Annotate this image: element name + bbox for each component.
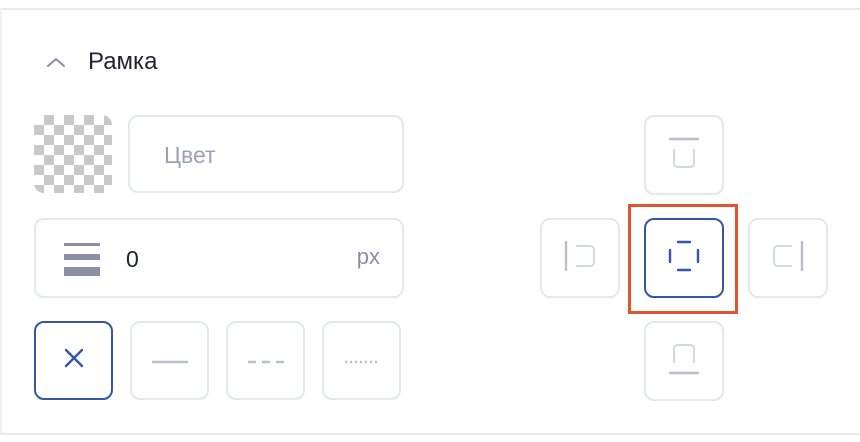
section-header-border[interactable]: Рамка <box>44 44 157 80</box>
border-all-icon <box>666 238 702 279</box>
top-divider <box>0 8 860 10</box>
bottom-divider <box>0 433 860 435</box>
border-width-field[interactable]: px <box>34 218 404 298</box>
chevron-up-icon[interactable] <box>44 54 68 70</box>
style-solid-button[interactable] <box>130 321 209 400</box>
color-field[interactable] <box>128 115 404 193</box>
border-bottom-icon <box>666 341 702 382</box>
border-all-button[interactable] <box>644 218 724 298</box>
style-dashed-button[interactable] <box>226 321 305 400</box>
solid-line-icon <box>151 352 188 370</box>
border-top-button[interactable] <box>644 115 724 195</box>
border-left-button[interactable] <box>540 218 620 298</box>
close-icon <box>62 346 86 375</box>
style-none-button[interactable] <box>34 321 113 400</box>
left-divider <box>0 8 2 435</box>
dotted-line-icon <box>344 352 380 370</box>
line-width-icon <box>64 241 100 282</box>
color-input[interactable] <box>162 117 386 193</box>
border-bottom-button[interactable] <box>644 321 724 401</box>
unit-label: px <box>356 244 380 269</box>
color-swatch[interactable] <box>34 115 112 193</box>
border-right-button[interactable] <box>748 218 828 298</box>
border-right-icon <box>770 238 806 279</box>
style-dotted-button[interactable] <box>322 321 401 400</box>
border-top-icon <box>666 135 702 176</box>
section-title: Рамка <box>88 48 158 75</box>
border-left-icon <box>562 238 598 279</box>
dashed-line-icon <box>247 352 284 370</box>
border-width-input[interactable] <box>124 220 328 298</box>
